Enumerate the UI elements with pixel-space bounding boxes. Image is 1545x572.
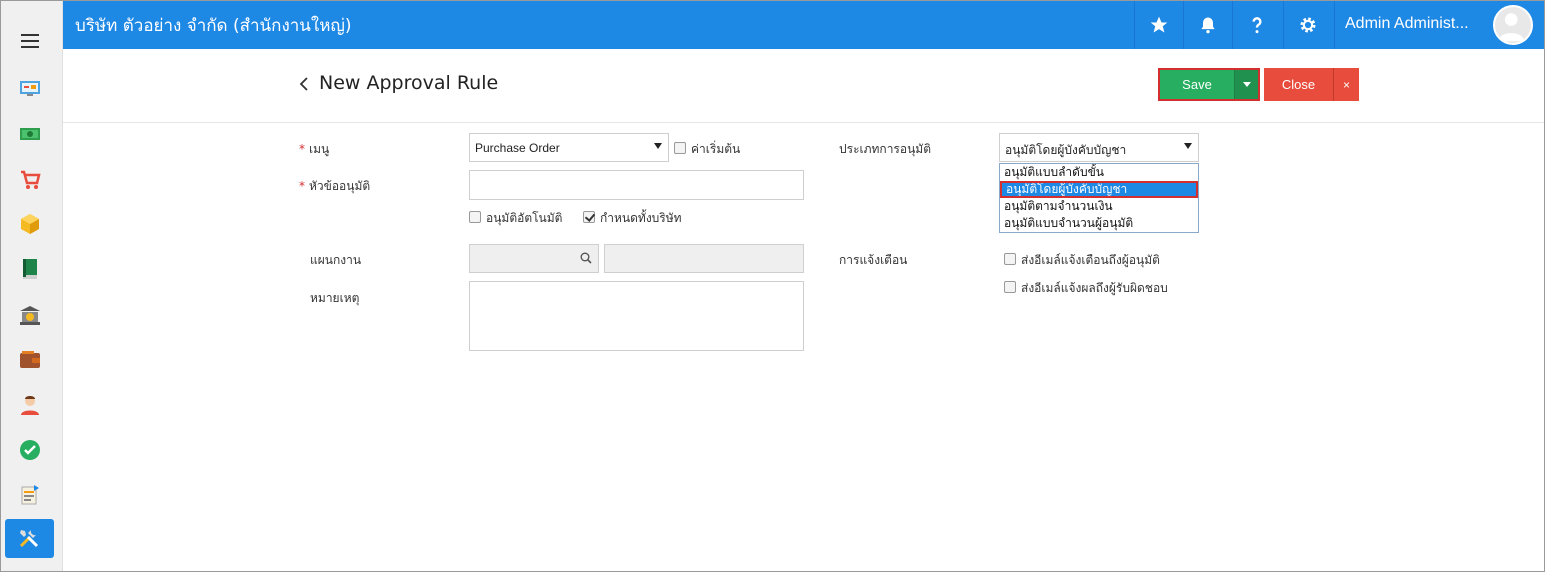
question-icon bbox=[1252, 17, 1262, 34]
subject-label: * หัวข้ออนุมัติ bbox=[299, 179, 371, 193]
title-bar: New Approval Rule Save Close × bbox=[63, 49, 1544, 123]
book-icon[interactable] bbox=[18, 257, 42, 281]
save-options-button[interactable] bbox=[1234, 70, 1258, 99]
subject-input[interactable] bbox=[469, 170, 804, 200]
box-icon[interactable] bbox=[18, 212, 42, 236]
page-title: New Approval Rule bbox=[319, 72, 499, 94]
tools-icon[interactable] bbox=[17, 526, 41, 550]
gear-icon bbox=[1300, 17, 1316, 33]
note-textarea[interactable] bbox=[469, 281, 804, 351]
notify-owner-label: ส่งอีเมล์แจ้งผลถึงผู้รับผิดชอบ bbox=[1021, 281, 1168, 295]
auto-approve-checkbox[interactable] bbox=[469, 211, 481, 223]
save-button[interactable]: Save bbox=[1160, 70, 1234, 99]
settings-button[interactable] bbox=[1283, 1, 1332, 49]
dashboard-icon[interactable] bbox=[18, 76, 42, 100]
search-icon[interactable] bbox=[580, 252, 592, 264]
star-icon bbox=[1150, 16, 1168, 33]
avatar[interactable] bbox=[1493, 5, 1533, 45]
notifications-button[interactable] bbox=[1183, 1, 1232, 49]
department-name-input[interactable] bbox=[604, 244, 804, 273]
approval-type-label: ประเภทการอนุมัติ bbox=[839, 142, 931, 156]
default-label: ค่าเริ่มต้น bbox=[691, 142, 741, 156]
menu-toggle-icon[interactable] bbox=[21, 34, 39, 48]
notify-approver-checkbox[interactable] bbox=[1004, 253, 1016, 265]
approval-check-icon[interactable] bbox=[18, 438, 42, 462]
back-arrow-icon[interactable] bbox=[297, 77, 311, 91]
help-button[interactable] bbox=[1232, 1, 1281, 49]
save-button-group: Save bbox=[1158, 68, 1260, 101]
sidebar bbox=[1, 1, 63, 571]
menu-select[interactable]: Purchase Order bbox=[469, 133, 669, 162]
wallet-icon[interactable] bbox=[18, 348, 42, 372]
company-wide-checkbox[interactable] bbox=[583, 211, 595, 223]
approval-option-hierarchical[interactable]: อนุมัติแบบลำดับขั้น bbox=[1000, 164, 1198, 181]
close-x-button[interactable]: × bbox=[1333, 68, 1359, 101]
approval-type-select[interactable]: อนุมัติโดยผู้บังคับบัญชา bbox=[999, 133, 1199, 162]
notify-approver-label: ส่งอีเมล์แจ้งเตือนถึงผู้อนุมัติ bbox=[1021, 253, 1160, 267]
approval-option-approver-count[interactable]: อนุมัติแบบจำนวนผู้อนุมัติ bbox=[1000, 215, 1198, 232]
report-icon[interactable] bbox=[18, 483, 42, 507]
approval-type-dropdown-list: อนุมัติแบบลำดับขั้น อนุมัติโดยผู้บังคับบ… bbox=[999, 163, 1199, 233]
cart-icon[interactable] bbox=[18, 168, 42, 192]
app-window: บริษัท ตัวอย่าง จำกัด (สำนักงานใหญ่) Adm… bbox=[0, 0, 1545, 572]
dropdown-arrow-icon bbox=[654, 143, 662, 149]
department-label: แผนกงาน bbox=[310, 253, 362, 267]
money-icon[interactable] bbox=[18, 122, 42, 146]
company-wide-label: กำหนดทั้งบริษัท bbox=[600, 211, 682, 225]
top-header: บริษัท ตัวอย่าง จำกัด (สำนักงานใหญ่) Adm… bbox=[63, 1, 1544, 49]
notify-owner-checkbox[interactable] bbox=[1004, 281, 1016, 293]
menu-label: * เมนู bbox=[299, 142, 330, 156]
caret-down-icon bbox=[1242, 82, 1251, 87]
bank-icon[interactable] bbox=[18, 303, 42, 327]
company-name: บริษัท ตัวอย่าง จำกัด (สำนักงานใหญ่) bbox=[75, 16, 352, 36]
bell-icon bbox=[1201, 17, 1215, 34]
auto-approve-label: อนุมัติอัตโนมัติ bbox=[486, 211, 563, 225]
approval-option-amount[interactable]: อนุมัติตามจำนวนเงิน bbox=[1000, 198, 1198, 215]
notify-label: การแจ้งเตือน bbox=[839, 253, 908, 267]
close-button[interactable]: Close bbox=[1264, 68, 1333, 101]
approval-option-supervisor[interactable]: อนุมัติโดยผู้บังคับบัญชา bbox=[1000, 181, 1198, 198]
favorites-button[interactable] bbox=[1134, 1, 1183, 49]
default-checkbox[interactable] bbox=[674, 142, 686, 154]
note-label: หมายเหตุ bbox=[310, 291, 360, 305]
department-code-input[interactable] bbox=[469, 244, 599, 273]
employee-icon[interactable] bbox=[18, 393, 42, 417]
dropdown-arrow-icon bbox=[1184, 143, 1192, 149]
